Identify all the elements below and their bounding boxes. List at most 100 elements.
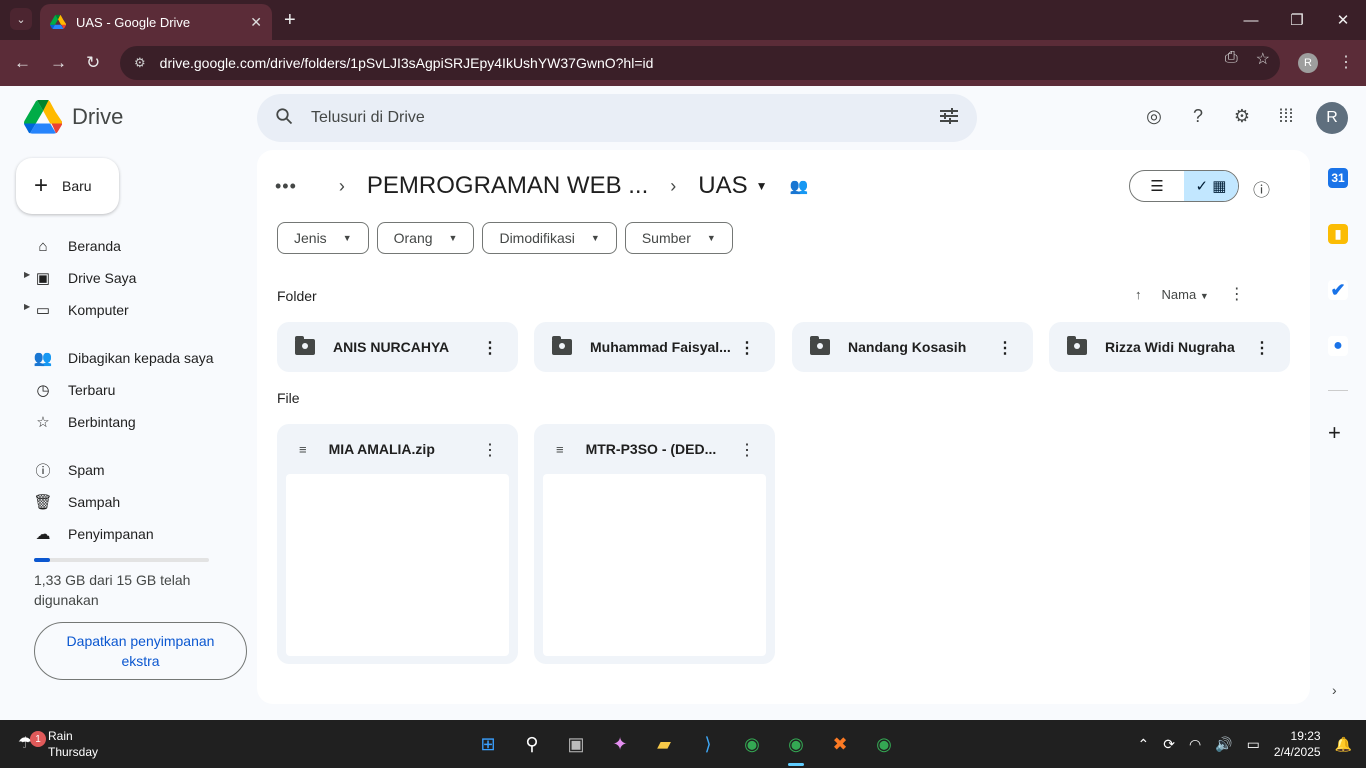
file-thumbnail[interactable] <box>286 474 509 656</box>
forward-icon[interactable]: → <box>50 53 67 73</box>
close-window-icon[interactable]: ✕ <box>1320 0 1366 40</box>
search-icon[interactable]: ⚲ <box>516 728 548 760</box>
keep-icon[interactable]: ▮ <box>1328 224 1348 244</box>
more-options-icon[interactable]: ⋮ <box>997 338 1013 358</box>
sidebar-item-my-drive[interactable]: ▶ ▣ Drive Saya <box>0 262 250 294</box>
folder-card[interactable]: Muhammad Faisyal... ⋮ <box>534 322 775 372</box>
view-toggle: ☰ ✓ ▦ <box>1129 170 1239 202</box>
sidebar-item-spam[interactable]: ⓘ Spam <box>0 454 250 486</box>
more-options-icon[interactable]: ⋮ <box>739 338 755 358</box>
filter-modified[interactable]: Dimodifikasi ▼ <box>482 222 617 254</box>
windows-start-icon[interactable]: ⊞ <box>472 728 504 760</box>
browser-tab[interactable]: UAS - Google Drive ✕ <box>40 4 272 40</box>
more-options-icon[interactable]: ⋮ <box>482 440 498 460</box>
calendar-icon[interactable]: 31 <box>1328 168 1348 188</box>
browser-profile-avatar[interactable]: R <box>1298 53 1318 73</box>
filter-people[interactable]: Orang ▼ <box>376 222 475 254</box>
sidebar-item-label: Komputer <box>68 302 129 318</box>
details-info-icon[interactable]: ⓘ <box>1253 176 1270 201</box>
sort-by-name[interactable]: Nama ▼ <box>1162 287 1209 302</box>
filter-label: Jenis <box>294 230 327 246</box>
minimize-icon[interactable]: — <box>1228 0 1274 40</box>
site-info-icon[interactable]: ⚙ <box>134 55 146 71</box>
sidebar-item-starred[interactable]: ☆ Berbintang <box>0 406 250 438</box>
wifi-icon[interactable]: ◠ <box>1189 736 1201 753</box>
sidebar-item-storage[interactable]: ☁ Penyimpanan <box>0 518 250 550</box>
more-options-icon[interactable]: ⋮ <box>739 440 755 460</box>
settings-gear-icon[interactable]: ⚙ <box>1220 106 1264 127</box>
search-icon[interactable] <box>275 107 293 130</box>
sidebar-item-label: Dibagikan kepada saya <box>68 350 214 366</box>
file-card[interactable]: ≡ MIA AMALIA.zip ⋮ <box>277 424 518 664</box>
browser-menu-icon[interactable]: ⋮ <box>1338 52 1354 72</box>
search-input[interactable]: Telusuri di Drive <box>311 109 425 127</box>
new-button[interactable]: + Baru <box>16 158 119 214</box>
sidebar-item-label: Drive Saya <box>68 270 137 286</box>
more-options-icon[interactable]: ⋮ <box>1254 338 1270 358</box>
breadcrumb-parent[interactable]: PEMROGRAMAN WEB ... <box>367 172 648 200</box>
folder-card[interactable]: Rizza Widi Nugraha ⋮ <box>1049 322 1290 372</box>
add-addon-icon[interactable]: + <box>1328 420 1341 446</box>
search-options-icon[interactable] <box>939 107 959 129</box>
maximize-icon[interactable]: ❐ <box>1274 0 1320 40</box>
sidebar-item-home[interactable]: ⌂ Beranda <box>0 230 250 262</box>
copilot-icon[interactable]: ✦ <box>604 728 636 760</box>
new-tab-icon[interactable]: + <box>284 9 296 32</box>
expand-caret-icon[interactable]: ▶ <box>24 302 30 311</box>
clock[interactable]: 19:23 2/4/2025 <box>1274 728 1321 760</box>
chrome-profile-icon[interactable]: ◉ <box>780 728 812 766</box>
file-thumbnail[interactable] <box>543 474 766 656</box>
reload-icon[interactable]: ↻ <box>86 53 100 73</box>
back-icon[interactable]: ← <box>14 53 31 73</box>
task-view-icon[interactable]: ▣ <box>560 728 592 760</box>
install-app-icon[interactable]: ⎙ <box>1225 49 1238 69</box>
sidebar-item-shared[interactable]: 👥 Dibagikan kepada saya <box>0 342 250 374</box>
more-options-icon[interactable]: ⋮ <box>482 338 498 358</box>
file-card[interactable]: ≡ MTR-P3SO - (DED... ⋮ <box>534 424 775 664</box>
chevron-right-icon[interactable]: › <box>1332 682 1337 698</box>
file-explorer-icon[interactable]: ▰ <box>648 728 680 760</box>
caret-down-icon[interactable]: ▼ <box>756 179 768 193</box>
offline-check-icon[interactable]: ◎ <box>1132 106 1176 127</box>
bookmark-star-icon[interactable]: ☆ <box>1256 49 1270 69</box>
breadcrumb-more-icon[interactable]: ••• <box>275 176 297 197</box>
main-content: ••• › PEMROGRAMAN WEB ... › UAS ▼ 👥 ☰ ✓ … <box>257 150 1310 704</box>
tab-search-icon[interactable]: ⌄ <box>10 8 32 30</box>
volume-icon[interactable]: 🔊 <box>1215 736 1232 753</box>
expand-caret-icon[interactable]: ▶ <box>24 270 30 279</box>
address-bar[interactable]: ⚙ drive.google.com/drive/folders/1pSvLJI… <box>120 46 1280 80</box>
vscode-icon[interactable]: ⟩ <box>692 728 724 760</box>
apps-grid-icon[interactable]: ⁞⁞⁞ <box>1264 106 1308 127</box>
list-view-icon[interactable]: ☰ <box>1130 171 1184 201</box>
file-section-title: File <box>277 390 300 406</box>
sync-icon[interactable]: ⟳ <box>1163 736 1175 753</box>
notification-bell-icon[interactable]: 🔔 <box>1335 736 1352 753</box>
search-bar[interactable]: Telusuri di Drive <box>257 94 977 142</box>
weather-widget[interactable]: ☂ 1 Rain Thursday <box>18 728 98 760</box>
sidebar-item-trash[interactable]: 🗑 Sampah <box>0 486 250 518</box>
tab-close-icon[interactable]: ✕ <box>250 14 262 31</box>
get-more-storage-button[interactable]: Dapatkan penyimpanan ekstra <box>34 622 247 680</box>
more-options-icon[interactable]: ⋮ <box>1229 284 1245 304</box>
sidebar-item-recent[interactable]: ◷ Terbaru <box>0 374 250 406</box>
folder-card[interactable]: Nandang Kosasih ⋮ <box>792 322 1033 372</box>
tasks-icon[interactable]: ✔ <box>1328 280 1348 300</box>
grid-view-icon[interactable]: ✓ ▦ <box>1184 171 1238 201</box>
sidebar-item-computers[interactable]: ▶ ▭ Komputer <box>0 294 250 326</box>
battery-icon[interactable]: ▭ <box>1247 736 1260 753</box>
chrome-icon[interactable]: ◉ <box>736 728 768 760</box>
contacts-icon[interactable]: ● <box>1328 336 1348 356</box>
breadcrumb-current[interactable]: UAS <box>698 172 747 200</box>
chrome-incognito-icon[interactable]: ◉ <box>868 728 900 760</box>
shared-folder-icon <box>1067 336 1087 355</box>
my-drive-icon: ▣ <box>35 270 51 287</box>
xampp-icon[interactable]: ✖ <box>824 728 856 760</box>
chevron-up-icon[interactable]: ⌃ <box>1137 736 1149 753</box>
filter-source[interactable]: Sumber ▼ <box>624 222 733 254</box>
help-icon[interactable]: ? <box>1176 106 1220 127</box>
folder-card[interactable]: ANIS NURCAHYA ⋮ <box>277 322 518 372</box>
drive-logo[interactable]: Drive <box>24 100 123 134</box>
account-avatar[interactable]: R <box>1316 102 1348 134</box>
filter-type[interactable]: Jenis ▼ <box>277 222 369 254</box>
sort-direction-arrow-icon[interactable]: ↑ <box>1135 287 1142 302</box>
